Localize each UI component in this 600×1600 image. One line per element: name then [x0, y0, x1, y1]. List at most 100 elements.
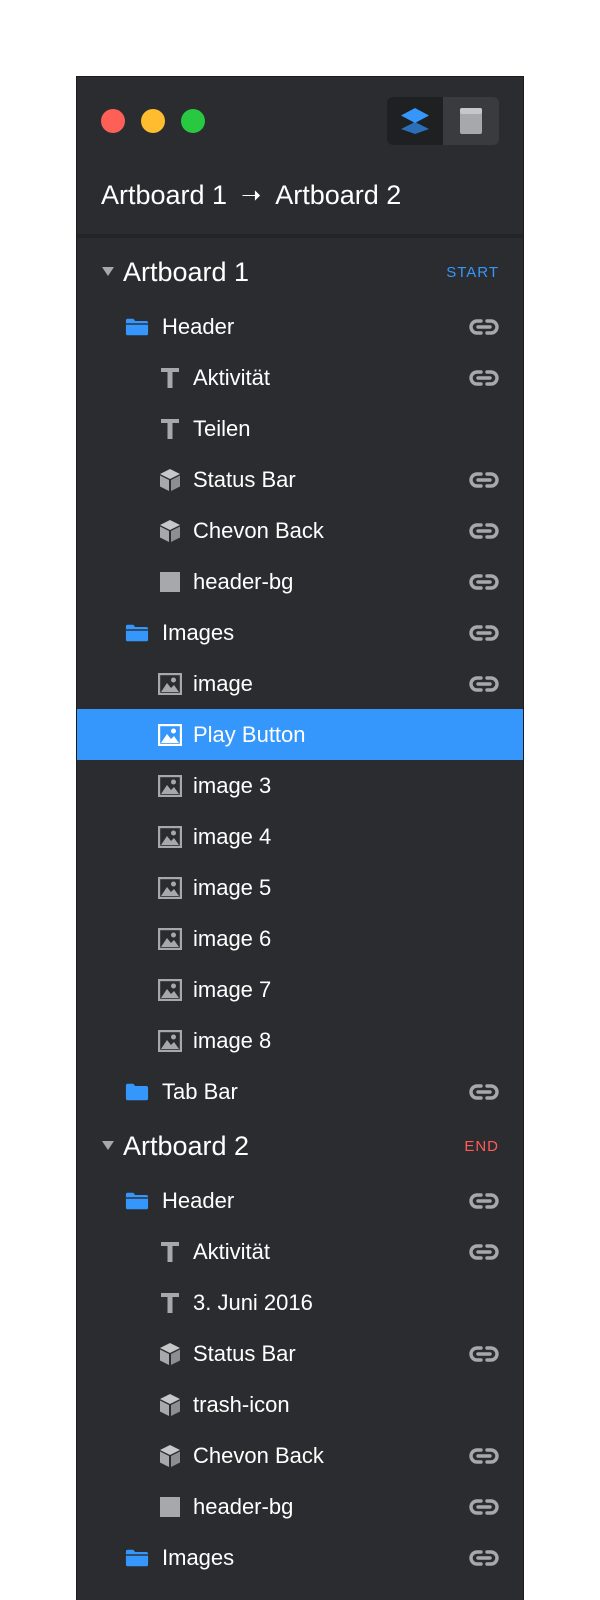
zoom-window-button[interactable]: [181, 109, 205, 133]
layer-row[interactable]: Status Bar: [77, 1328, 523, 1379]
text-icon: [158, 366, 182, 390]
layer-row[interactable]: image 7: [77, 964, 523, 1015]
link-icon[interactable]: [469, 316, 499, 338]
layer-row[interactable]: image 8: [77, 1015, 523, 1066]
group-row[interactable]: Images: [77, 607, 523, 658]
close-window-button[interactable]: [101, 109, 125, 133]
layer-label: image 4: [193, 823, 272, 849]
symbol-icon: [158, 468, 182, 492]
layer-row[interactable]: Chevon Back: [77, 1430, 523, 1481]
link-icon[interactable]: [469, 1343, 499, 1365]
image-icon: [158, 876, 182, 900]
layer-label: trash-icon: [193, 1391, 290, 1417]
layer-label: image: [193, 670, 253, 696]
layer-label: Tab Bar: [162, 1078, 238, 1104]
layer-label: Aktivität: [193, 1238, 271, 1264]
folder-icon: [125, 1080, 149, 1104]
image-icon: [158, 978, 182, 1002]
layer-label: image 5: [193, 874, 272, 900]
layer-row[interactable]: image 6: [77, 913, 523, 964]
disclosure-triangle-icon[interactable]: [102, 1141, 114, 1150]
link-icon[interactable]: [469, 1496, 499, 1518]
link-icon[interactable]: [469, 673, 499, 695]
layer-label: image 6: [193, 925, 272, 951]
text-icon: [158, 1240, 182, 1264]
artboard-label: Artboard 2: [123, 1130, 250, 1161]
end-badge: END: [464, 1137, 499, 1155]
layer-label: header-bg: [193, 1493, 294, 1519]
image-icon: [158, 1029, 182, 1053]
folder-icon: [125, 1546, 149, 1570]
link-icon[interactable]: [469, 520, 499, 542]
layer-label: header-bg: [193, 568, 294, 594]
text-icon: [158, 1291, 182, 1315]
image-icon: [158, 672, 182, 696]
image-icon: [158, 927, 182, 951]
divider: [77, 234, 523, 238]
artboard-row[interactable]: Artboard 1 START: [77, 243, 523, 301]
symbol-icon: [158, 519, 182, 543]
group-row[interactable]: Header: [77, 1175, 523, 1226]
artboard-icon: [460, 108, 482, 134]
link-icon[interactable]: [469, 1445, 499, 1467]
artboard-view-button[interactable]: [443, 97, 499, 145]
breadcrumb-to[interactable]: Artboard 2: [275, 180, 401, 211]
group-row[interactable]: Tab Bar: [77, 1066, 523, 1117]
text-icon: [158, 417, 182, 441]
disclosure-triangle-icon[interactable]: [102, 267, 114, 276]
layer-label: Teilen: [193, 415, 251, 441]
layer-row[interactable]: Aktivität: [77, 1226, 523, 1277]
layer-label: image 3: [193, 772, 272, 798]
link-icon[interactable]: [469, 1241, 499, 1263]
link-icon[interactable]: [469, 571, 499, 593]
layer-row[interactable]: Status Bar: [77, 454, 523, 505]
group-row[interactable]: Header: [77, 301, 523, 352]
link-icon[interactable]: [469, 469, 499, 491]
layer-label: Chevon Back: [193, 517, 324, 543]
symbol-icon: [158, 1444, 182, 1468]
layer-label: Status Bar: [193, 1340, 296, 1366]
layer-label: image 8: [193, 1027, 272, 1053]
arrow-right-icon: ➝: [241, 181, 262, 209]
layer-row[interactable]: header-bg: [77, 556, 523, 607]
link-icon[interactable]: [469, 1190, 499, 1212]
layer-label: Aktivität: [193, 364, 271, 390]
group-row[interactable]: Images: [77, 1532, 523, 1583]
link-icon[interactable]: [469, 367, 499, 389]
artboard-label: Artboard 1: [123, 256, 250, 287]
layer-row[interactable]: image: [77, 658, 523, 709]
layer-label: Play Button: [193, 721, 306, 747]
layer-row[interactable]: Aktivität: [77, 352, 523, 403]
layer-row[interactable]: image 3: [77, 760, 523, 811]
layer-row[interactable]: image 4: [77, 811, 523, 862]
layer-row[interactable]: 3. Juni 2016: [77, 1277, 523, 1328]
link-icon[interactable]: [469, 622, 499, 644]
layer-row-selected[interactable]: Play Button: [77, 709, 523, 760]
folder-icon: [125, 1189, 149, 1213]
title-bar: Artboard 1 ➝ Artboard 2: [77, 77, 523, 237]
layer-row[interactable]: Chevon Back: [77, 505, 523, 556]
folder-icon: [125, 621, 149, 645]
breadcrumb: Artboard 1 ➝ Artboard 2: [101, 175, 401, 215]
breadcrumb-from[interactable]: Artboard 1: [101, 180, 227, 211]
link-icon[interactable]: [469, 1081, 499, 1103]
layer-label: Header: [162, 1187, 235, 1213]
image-icon: [158, 825, 182, 849]
rectangle-icon: [158, 1495, 182, 1519]
layer-row[interactable]: header-bg: [77, 1481, 523, 1532]
layer-label: Chevon Back: [193, 1442, 324, 1468]
image-icon: [158, 774, 182, 798]
symbol-icon: [158, 1393, 182, 1417]
layer-row[interactable]: Teilen: [77, 403, 523, 454]
layer-label: image 7: [193, 976, 272, 1002]
view-toggle: [387, 97, 499, 145]
symbol-icon: [158, 1342, 182, 1366]
layer-row[interactable]: image 5: [77, 862, 523, 913]
layers-panel: Artboard 1 ➝ Artboard 2 Artboard 1 START…: [76, 76, 524, 1600]
artboard-row[interactable]: Artboard 2 END: [77, 1117, 523, 1175]
minimize-window-button[interactable]: [141, 109, 165, 133]
folder-icon: [125, 315, 149, 339]
layers-view-button[interactable]: [387, 97, 443, 145]
link-icon[interactable]: [469, 1547, 499, 1569]
layer-row[interactable]: trash-icon: [77, 1379, 523, 1430]
